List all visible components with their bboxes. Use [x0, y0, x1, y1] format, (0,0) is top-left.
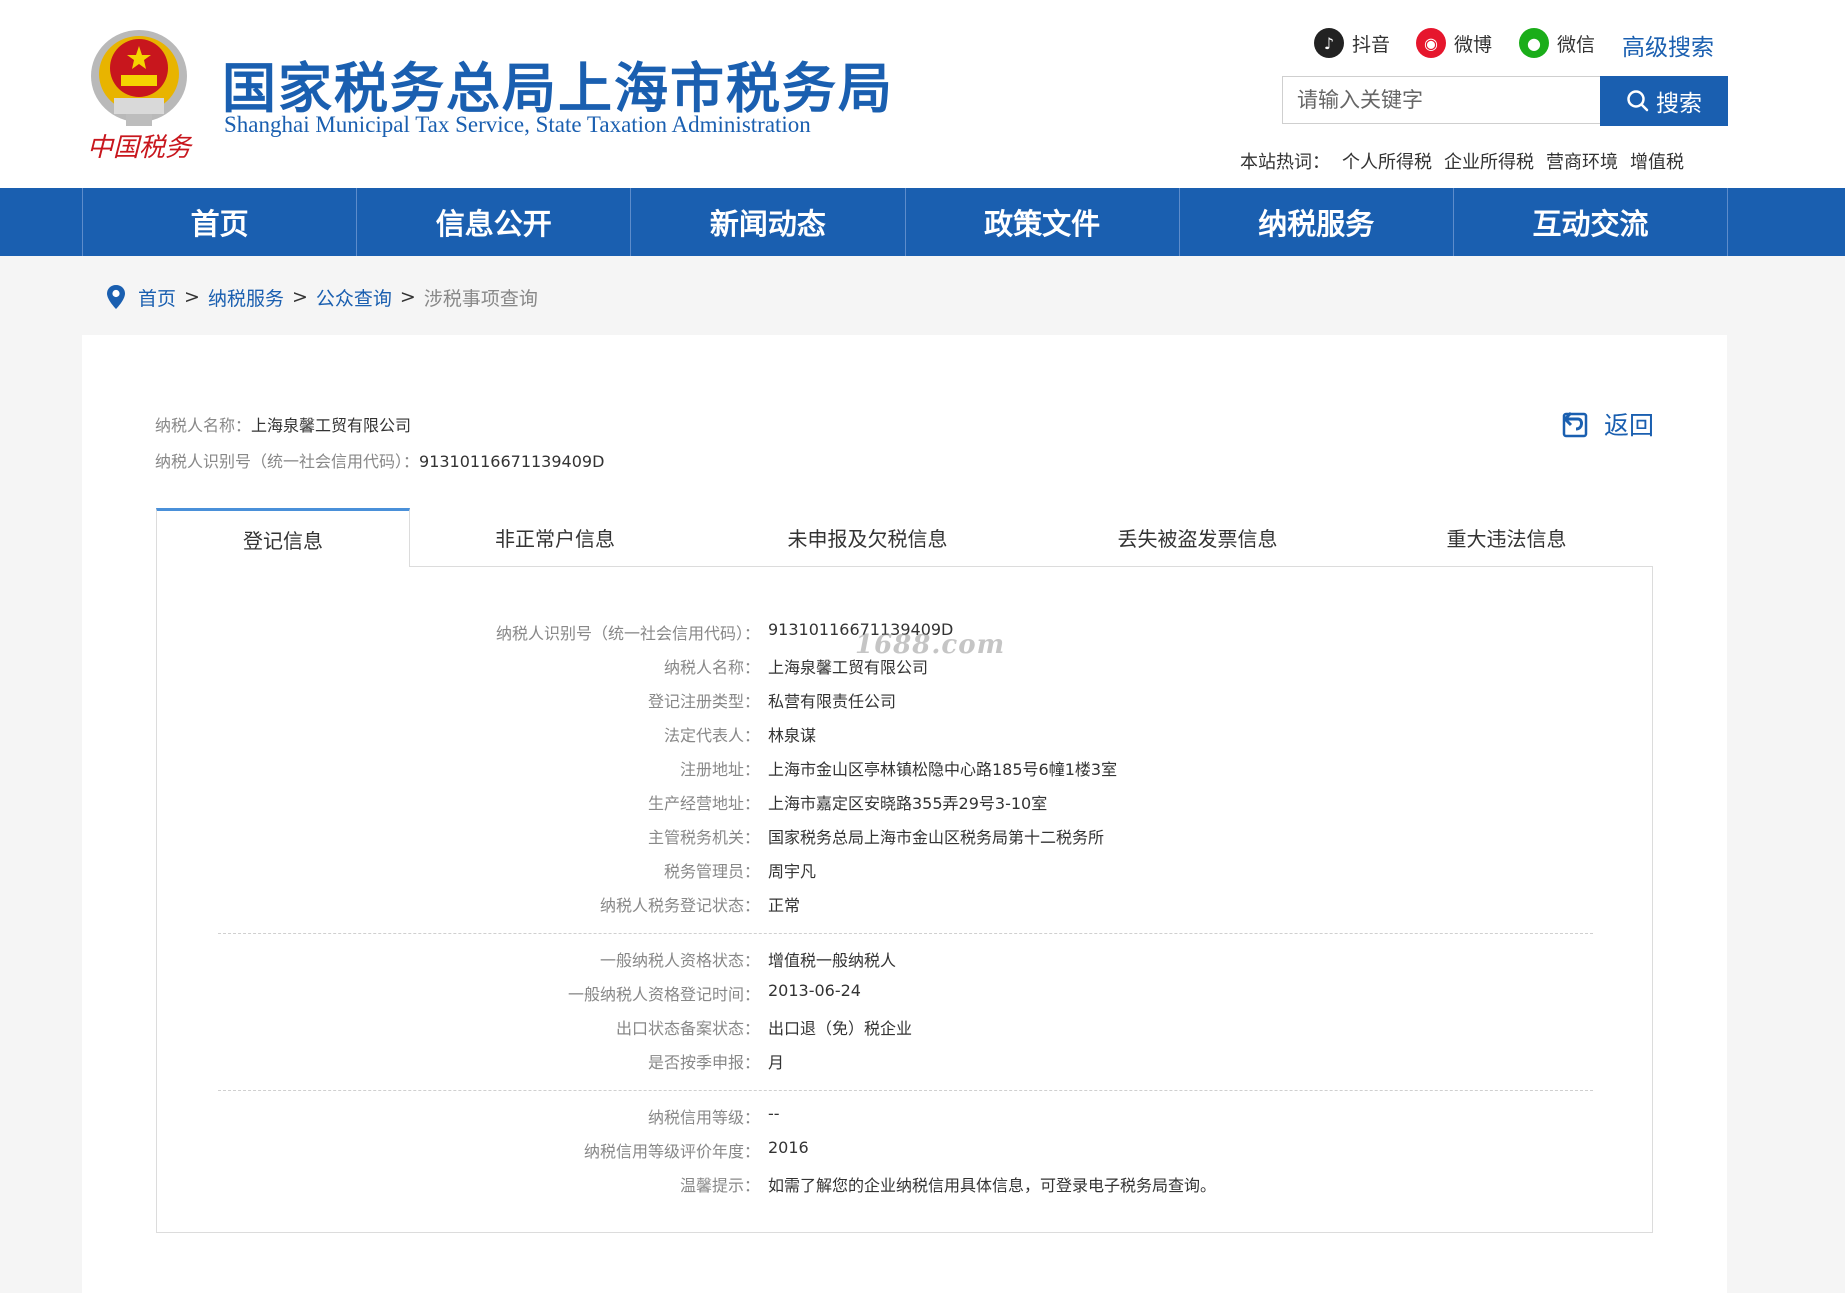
detail-row: 一般纳税人资格状态： 增值税一般纳税人 [599, 951, 897, 970]
section-divider [218, 1090, 1593, 1091]
nav-item-news[interactable]: 新闻动态 [631, 188, 906, 256]
detail-row: 出口状态备案状态： 出口退（免）税企业 [615, 1019, 913, 1038]
watermark: 1688.com [855, 630, 1006, 660]
site-header: 中国税务 国家税务总局上海市税务局 Shanghai Municipal Tax… [0, 0, 1845, 188]
douyin-icon: ♪ [1314, 28, 1344, 58]
search-icon [1627, 90, 1649, 112]
search-button[interactable]: 搜索 [1600, 76, 1728, 126]
taxpayer-id-label: 纳税人识别号（统一社会信用代码）： [155, 452, 420, 471]
emblem-caption: 中国税务 [87, 133, 193, 163]
search-button-label: 搜索 [1656, 91, 1702, 117]
detail-row: 法定代表人： 林泉谋 [663, 726, 817, 745]
detail-row: 是否按季申报：月 [647, 1053, 785, 1072]
nav-item-tax-service[interactable]: 纳税服务 [1180, 188, 1454, 256]
breadcrumb-home[interactable]: 首页 [138, 284, 176, 311]
detail-row: 注册地址： 上海市金山区亭林镇松隐中心路185号6幢1楼3室 [679, 760, 1118, 779]
weibo-link[interactable]: ◉ 微博 [1416, 26, 1492, 60]
hot-keywords: 本站热词： 个人所得税 企业所得税 营商环境 增值税 [1240, 148, 1684, 174]
hot-keyword-link[interactable]: 营商环境 [1546, 152, 1618, 173]
breadcrumb: 首页 > 纳税服务 > 公众查询 > 涉税事项查询 [106, 283, 538, 311]
nav-item-info-disclosure[interactable]: 信息公开 [357, 188, 632, 256]
hot-keyword-link[interactable]: 企业所得税 [1444, 152, 1534, 173]
national-emblem-logo[interactable]: 中国税务 [84, 18, 194, 166]
detail-row: 主管税务机关： 国家税务总局上海市金山区税务局第十二税务所 [647, 828, 1105, 847]
site-subtitle-en: Shanghai Municipal Tax Service, State Ta… [224, 112, 811, 137]
section-divider [218, 933, 1593, 934]
taxpayer-name-value: 上海泉馨工贸有限公司 [251, 416, 412, 435]
wechat-icon: ● [1519, 28, 1549, 58]
breadcrumb-tax-service[interactable]: 纳税服务 [208, 284, 284, 311]
detail-row: 纳税人税务登记状态： 正常 [599, 896, 801, 915]
taxpayer-name-line: 纳税人名称：上海泉馨工贸有限公司 [155, 412, 411, 436]
wechat-label: 微信 [1557, 33, 1596, 56]
location-pin-icon [107, 285, 125, 309]
taxpayer-name-label: 纳税人名称： [155, 416, 252, 435]
main-nav: 首页 信息公开 新闻动态 政策文件 纳税服务 互动交流 [0, 188, 1845, 256]
breadcrumb-current: 涉税事项查询 [423, 287, 538, 310]
back-button-label: 返回 [1604, 411, 1655, 440]
breadcrumb-public-query[interactable]: 公众查询 [316, 284, 392, 311]
nav-item-policy[interactable]: 政策文件 [906, 188, 1180, 256]
search-input[interactable] [1282, 76, 1600, 124]
tab-registration-info[interactable]: 登记信息 [156, 508, 410, 567]
detail-row: 纳税信用等级评价年度： 2016 [583, 1138, 809, 1161]
hot-keyword-link[interactable]: 增值税 [1630, 152, 1684, 173]
detail-row: 纳税信用等级： -- [647, 1104, 780, 1127]
tab-lost-invoices[interactable]: 丢失被盗发票信息 [1035, 508, 1360, 566]
breadcrumb-separator: > [291, 286, 308, 308]
advanced-search-link[interactable]: 高级搜索 [1622, 28, 1714, 62]
weibo-icon: ◉ [1416, 28, 1446, 58]
nav-item-interaction[interactable]: 互动交流 [1454, 188, 1729, 256]
back-button[interactable]: 返回 [1562, 406, 1654, 442]
weibo-label: 微博 [1454, 33, 1493, 56]
detail-row: 一般纳税人资格登记时间： 2013-06-24 [567, 981, 861, 1004]
back-arrow-icon [1562, 411, 1588, 438]
breadcrumb-separator: > [399, 286, 416, 308]
tab-major-violations[interactable]: 重大违法信息 [1360, 508, 1653, 566]
wechat-link[interactable]: ● 微信 [1519, 26, 1595, 60]
douyin-label: 抖音 [1352, 33, 1391, 56]
detail-row: 纳税人识别号（统一社会信用代码）： 91310116671139409D [495, 620, 954, 643]
detail-row: 登记注册类型： 私营有限责任公司 [647, 692, 897, 711]
douyin-link[interactable]: ♪ 抖音 [1314, 26, 1390, 60]
tab-undeclared-arrears[interactable]: 未申报及欠税信息 [700, 508, 1035, 566]
detail-row: 税务管理员： 周宇凡 [663, 862, 817, 881]
breadcrumb-separator: > [184, 286, 200, 308]
detail-row: 纳税人名称： 上海泉馨工贸有限公司 [663, 658, 929, 677]
hot-keyword-link[interactable]: 个人所得税 [1342, 152, 1432, 173]
nav-item-home[interactable]: 首页 [83, 188, 358, 256]
taxpayer-id-value: 91310116671139409D [419, 452, 605, 471]
hot-keywords-label: 本站热词： [1240, 152, 1330, 173]
detail-row: 温馨提示： 如需了解您的企业纳税信用具体信息，可登录电子税务局查询。 [679, 1176, 1217, 1195]
tab-abnormal-account[interactable]: 非正常户信息 [410, 508, 700, 566]
taxpayer-id-line: 纳税人识别号（统一社会信用代码）：91310116671139409D [155, 448, 604, 472]
detail-row: 生产经营地址： 上海市嘉定区安晓路355弄29号3-10室 [647, 794, 1048, 813]
